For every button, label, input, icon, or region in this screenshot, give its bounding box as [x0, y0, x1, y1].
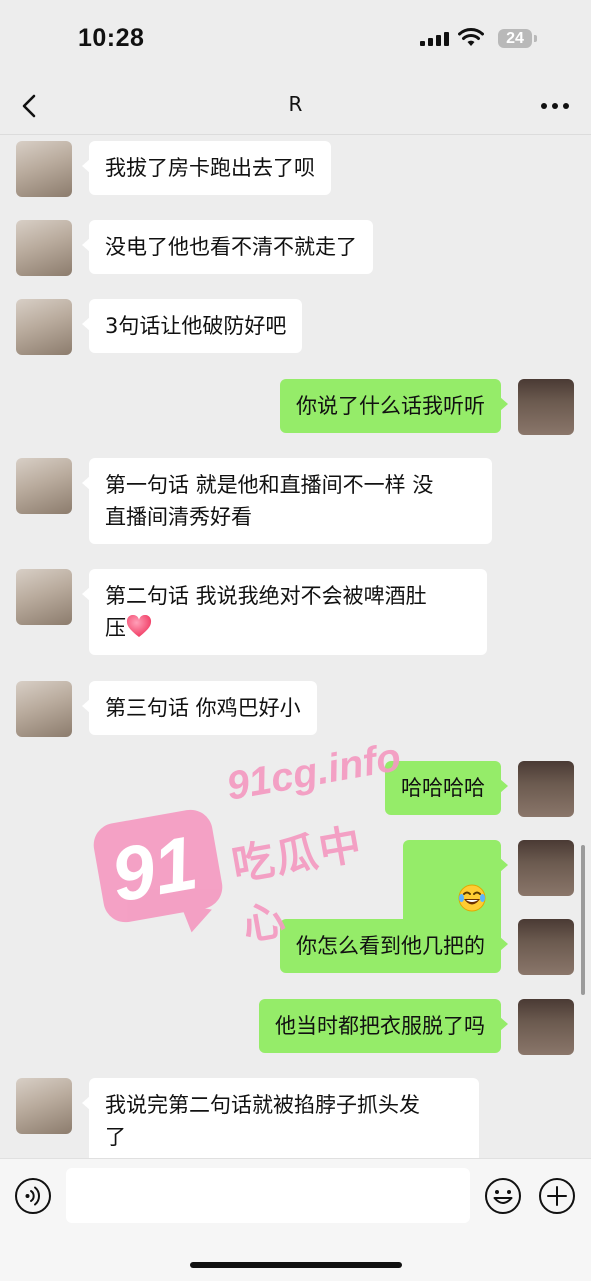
chat-header: R: [0, 78, 591, 135]
message-bubble[interactable]: 第二句话 我说我绝对不会被啤酒肚 压: [82, 569, 487, 655]
home-indicator: [190, 1262, 402, 1268]
message-bubble[interactable]: 你怎么看到他几把的: [280, 919, 508, 973]
cellular-signal-icon: [420, 32, 449, 46]
message-list[interactable]: 我拔了房卡跑出去了呗 没电了他也看不清不就走了 3句话让他破防好吧 你说了什么话…: [0, 135, 591, 1158]
contact-avatar[interactable]: [16, 220, 72, 276]
message-bubble[interactable]: 没电了他也看不清不就走了: [82, 220, 373, 274]
contact-avatar[interactable]: [16, 141, 72, 197]
contact-avatar[interactable]: [16, 569, 72, 625]
wifi-icon: [458, 28, 484, 46]
message-bubble[interactable]: 你说了什么话我听听: [280, 379, 508, 433]
my-avatar[interactable]: [518, 999, 574, 1055]
heart-emoji-icon: [126, 615, 152, 637]
message-bubble[interactable]: 第一句话 就是他和直播间不一样 没 直播间清秀好看: [82, 458, 492, 544]
status-bar: 10:28 24: [0, 0, 591, 78]
my-avatar[interactable]: [518, 919, 574, 975]
my-avatar[interactable]: [518, 840, 574, 896]
message-input[interactable]: [66, 1168, 470, 1223]
message-text: 第二句话 我说我绝对不会被啤酒肚 压: [105, 584, 427, 640]
emoji-icon[interactable]: [484, 1177, 522, 1215]
status-time: 10:28: [78, 24, 145, 52]
message-bubble[interactable]: 我说完第二句话就被掐脖子抓头发 了: [82, 1078, 479, 1158]
more-options-icon[interactable]: [539, 92, 571, 120]
contact-avatar[interactable]: [16, 681, 72, 737]
message-bubble[interactable]: 3句话让他破防好吧: [81, 299, 303, 353]
message-bubble[interactable]: 我拔了房卡跑出去了呗: [82, 141, 331, 195]
contact-avatar[interactable]: [16, 458, 72, 514]
chat-title: R: [288, 92, 303, 116]
battery-tip: [534, 35, 537, 42]
contact-avatar[interactable]: [16, 1078, 72, 1134]
plus-icon[interactable]: [538, 1177, 576, 1215]
laughing-tears-emoji-icon: [458, 884, 486, 912]
my-avatar[interactable]: [518, 379, 574, 435]
voice-input-icon[interactable]: [14, 1177, 52, 1215]
contact-avatar[interactable]: [16, 299, 72, 355]
message-bubble[interactable]: 他当时都把衣服脱了吗: [259, 999, 508, 1053]
scrollbar[interactable]: [581, 845, 585, 995]
message-bubble[interactable]: 哈哈哈哈: [385, 761, 508, 815]
message-bubble[interactable]: 第三句话 你鸡巴好小: [82, 681, 317, 735]
my-avatar[interactable]: [518, 761, 574, 817]
battery-indicator: 24: [498, 29, 532, 48]
